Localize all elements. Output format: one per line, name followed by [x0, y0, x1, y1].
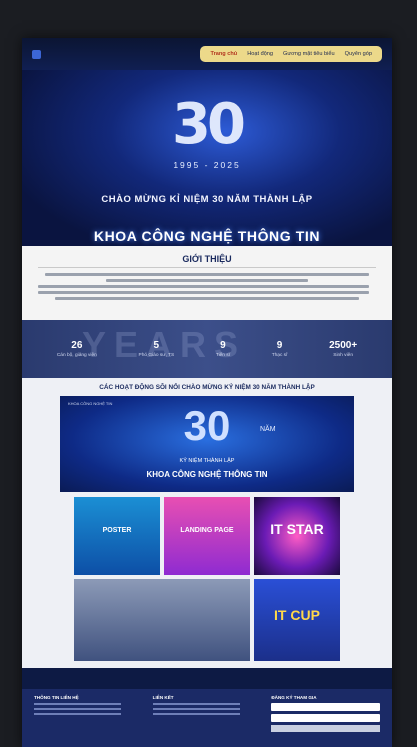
stat-label: Cán bộ, giảng viên [56, 353, 97, 358]
intro-section: GIỚI THIỆU [22, 246, 392, 320]
activities-title: CÁC HOẠT ĐỘNG SÔI NỔI CHÀO MỪNG KỶ NIỆM … [99, 384, 315, 391]
footer-text-line [34, 708, 121, 710]
nav-donate[interactable]: Quyên góp [341, 50, 376, 58]
stat-doctors: 9 Tiến sĩ [216, 340, 230, 358]
banner-number: 30 [183, 402, 231, 449]
intro-text-line [38, 291, 370, 294]
footer-contact: THÔNG TIN LIÊN HỆ [34, 695, 143, 741]
card-title: LANDING PAGE [180, 527, 234, 534]
banner-faculty-name: KHOA CÔNG NGHỆ THÔNG TIN [146, 470, 268, 479]
celebration-heading: CHÀO MỪNG KỈ NIỆM 30 NĂM THÀNH LẬP [101, 194, 313, 205]
nav-home[interactable]: Trang chủ [206, 50, 241, 58]
stat-assoc-professors: 5 Phó Giáo sư, TS [139, 340, 175, 358]
register-input[interactable] [271, 714, 381, 722]
activities-section: CÁC HOẠT ĐỘNG SÔI NỔI CHÀO MỪNG KỶ NIỆM … [22, 378, 392, 668]
intro-text-line [38, 285, 370, 288]
activity-grid: POSTER LANDING PAGE IT STAR IT CUP [30, 497, 384, 661]
stat-number: 9 [220, 340, 226, 351]
stat-label: Thạc sĩ [271, 353, 288, 358]
anniversary-years: 1995 - 2025 [173, 160, 241, 170]
card-title: IT CUP [274, 607, 320, 623]
footer-link[interactable] [152, 713, 240, 715]
stat-masters: 9 Thạc sĩ [272, 340, 288, 358]
footer-register: ĐĂNG KÝ THAM GIA [271, 695, 381, 741]
site-footer: THÔNG TIN LIÊN HỆ LIÊN KẾT ĐĂNG KÝ THAM … [22, 689, 392, 747]
top-bar: Trang chủ Hoạt động Gương mặt tiêu biểu … [22, 38, 392, 70]
register-input[interactable] [271, 703, 381, 711]
nav-activities[interactable]: Hoạt động [243, 50, 277, 58]
footer-links: LIÊN KẾT [152, 695, 262, 741]
card-title: IT STAR [270, 521, 324, 537]
stat-label: Sinh viên [333, 353, 353, 358]
activity-card-it-star[interactable]: IT STAR [254, 497, 340, 575]
anniversary-banner[interactable]: KHOA CÔNG NGHỆ TIN 30 NĂM KỶ NIỆM THÀNH … [60, 396, 354, 492]
faculty-heading: KHOA CÔNG NGHỆ THÔNG TIN [93, 228, 321, 244]
faculty-logo[interactable] [32, 49, 41, 59]
browser-screen: Trang chủ Hoạt động Gương mặt tiêu biểu … [22, 38, 392, 747]
activity-card-group-photo[interactable] [74, 579, 250, 661]
nav-featured-faces[interactable]: Gương mặt tiêu biểu [279, 50, 339, 58]
stat-number: 26 [71, 340, 83, 351]
footer-links-title: LIÊN KẾT [152, 695, 174, 700]
stat-number: 9 [276, 340, 283, 351]
stat-staff: 26 Cán bộ, giảng viên [57, 340, 97, 358]
activity-card-poster[interactable]: POSTER [74, 497, 160, 575]
register-button[interactable] [271, 725, 381, 732]
stat-number: 5 [153, 340, 160, 351]
footer-register-title: ĐĂNG KÝ THAM GIA [271, 695, 317, 700]
footer-text-line [34, 713, 121, 715]
footer-link[interactable] [152, 703, 240, 705]
footer-contact-title: THÔNG TIN LIÊN HỆ [34, 695, 79, 700]
card-title: POSTER [102, 527, 132, 534]
stat-number: 2500+ [329, 340, 358, 351]
intro-title: GIỚI THIỆU [38, 254, 376, 268]
intro-text-line [44, 273, 370, 276]
stats-bar: YEARS 26 Cán bộ, giảng viên 5 Phó Giáo s… [22, 320, 392, 378]
activity-card-landing-page[interactable]: LANDING PAGE [164, 497, 250, 575]
intro-text-line [54, 297, 360, 300]
stat-students: 2500+ Sinh viên [329, 340, 357, 358]
banner-unit: NĂM [260, 426, 276, 433]
hero-banner: 30 1995 - 2025 CHÀO MỪNG KỈ NIỆM 30 NĂM … [22, 70, 392, 246]
logo-icon [32, 49, 41, 59]
stat-label: Tiến sĩ [215, 353, 231, 358]
banner-subtitle: KỶ NIỆM THÀNH LẬP [179, 458, 235, 464]
main-nav: Trang chủ Hoạt động Gương mặt tiêu biểu … [200, 46, 382, 62]
footer-text-line [34, 703, 121, 705]
anniversary-number: 30 [172, 92, 246, 157]
footer-link[interactable] [152, 708, 240, 710]
activity-card-it-cup[interactable]: IT CUP [254, 579, 340, 661]
stat-label: Phó Giáo sư, TS [138, 353, 175, 358]
intro-text-line [105, 279, 309, 282]
